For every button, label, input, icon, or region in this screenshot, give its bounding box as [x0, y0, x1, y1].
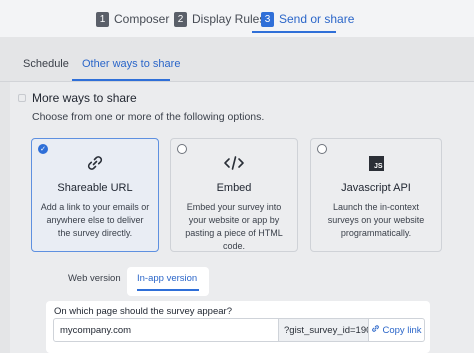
step-label: Display Rules [192, 12, 266, 26]
option-embed[interactable]: Embed Embed your survey into your websit… [170, 138, 298, 252]
step-label: Composer [114, 12, 170, 26]
step-number: 1 [96, 11, 109, 27]
active-version-indicator [137, 289, 199, 291]
option-title: Embed [216, 182, 252, 194]
step-send-or-share[interactable]: 3 Send or share [261, 11, 354, 27]
active-step-indicator [252, 31, 336, 33]
option-description: Launch the in-context surveys on your we… [327, 202, 425, 238]
step-number: 2 [174, 11, 187, 27]
copy-link-label: Copy link [382, 324, 422, 336]
link-icon [32, 153, 158, 173]
page-url-input[interactable] [53, 318, 279, 342]
step-composer[interactable]: 1 Composer [96, 11, 169, 27]
tab-other-ways-to-share[interactable]: Other ways to share [82, 58, 180, 70]
step-bar: 1 Composer 2 Display Rules 3 Send or sha… [0, 0, 474, 37]
code-icon [171, 153, 297, 173]
js-icon: JS [311, 153, 441, 173]
link-icon [371, 324, 380, 336]
option-shareable-url[interactable]: ✓ Shareable URL Add a link to your email… [31, 138, 159, 252]
step-label: Send or share [279, 12, 355, 26]
option-description: Add a link to your emails or anywhere el… [40, 202, 150, 238]
tab-web-version[interactable]: Web version [68, 273, 121, 284]
url-suffix: ?gist_survey_id=190 [279, 318, 369, 342]
option-javascript-api[interactable]: JS Javascript API Launch the in-context … [310, 138, 442, 252]
copy-link-button[interactable]: Copy link [369, 318, 425, 342]
step-display-rules[interactable]: 2 Display Rules [174, 11, 265, 27]
step-number: 3 [261, 11, 274, 27]
tab-in-app-version-label: In-app version [137, 273, 198, 284]
section-subtitle: Choose from one or more of the following… [32, 111, 265, 123]
option-title: Javascript API [341, 182, 411, 194]
page-url-label: On which page should the survey appear? [54, 306, 232, 317]
tab-schedule[interactable]: Schedule [23, 58, 69, 70]
active-subtab-indicator [72, 79, 170, 81]
option-title: Shareable URL [57, 182, 133, 194]
option-description: Embed your survey into your website or a… [185, 202, 283, 251]
section-title: More ways to share [32, 91, 137, 105]
section-checkbox[interactable] [18, 94, 26, 102]
checkmark-icon: ✓ [40, 145, 46, 153]
